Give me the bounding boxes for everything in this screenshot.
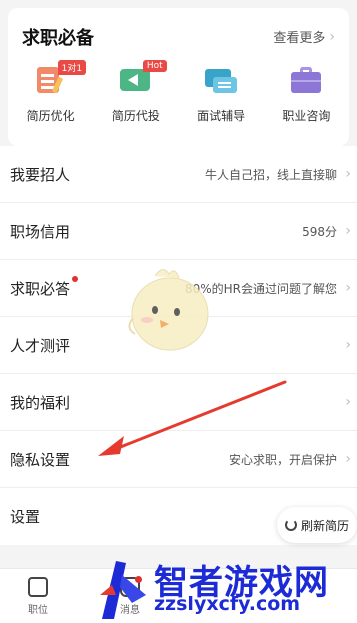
row-credit[interactable]: 职场信用 598分 ›	[0, 203, 357, 260]
resume-delivery-icon: Hot	[118, 60, 167, 95]
row-value: 牛人自己招，线上直接聊	[204, 167, 337, 182]
refresh-label: 刷新简历	[300, 518, 349, 533]
briefcase-icon	[28, 577, 48, 597]
see-more-link[interactable]: 查看更多 ›	[273, 27, 335, 47]
interview-coaching-icon	[203, 63, 239, 95]
chevron-right-icon: ›	[345, 337, 351, 353]
resume-optimize-icon: 1对1	[33, 60, 87, 95]
refresh-resume-button[interactable]: 刷新简历	[277, 507, 357, 543]
row-label: 人才测评	[10, 336, 71, 355]
tab-jobs[interactable]: 职位	[28, 577, 48, 616]
tool-label: 面试辅导	[197, 109, 246, 123]
row-value: 598分	[302, 224, 337, 239]
chevron-right-icon: ›	[345, 394, 351, 410]
bottom-tab-bar: 职位 消息	[0, 568, 357, 623]
tool-career-consult[interactable]: 职业咨询	[264, 63, 349, 138]
chevron-right-icon: ›	[345, 166, 351, 182]
tools-grid: 1对1 简历优化 Hot 简历代投 面试辅导 职业咨询	[8, 60, 349, 138]
tool-label: 职业咨询	[282, 109, 331, 123]
tab-messages[interactable]: 消息	[120, 576, 142, 616]
tool-label: 简历代投	[111, 109, 160, 123]
tab-label: 职位	[28, 605, 48, 616]
row-privacy-settings[interactable]: 隐私设置 安心求职，开启保护 ›	[0, 431, 357, 488]
card-title: 求职必备	[22, 28, 94, 49]
row-value: 安心求职，开启保护	[228, 452, 337, 467]
chevron-right-icon: ›	[329, 28, 335, 45]
row-label: 我的福利	[10, 393, 71, 412]
notification-dot	[72, 276, 78, 282]
refresh-icon	[284, 519, 297, 531]
row-label: 职场信用	[10, 222, 71, 241]
career-consult-icon	[288, 63, 324, 95]
message-icon	[120, 576, 142, 597]
tool-interview-coaching[interactable]: 面试辅导	[179, 63, 264, 138]
tool-resume-delivery[interactable]: Hot 简历代投	[93, 60, 178, 138]
row-label: 设置	[10, 508, 41, 526]
tool-label: 简历优化	[26, 109, 75, 123]
chevron-right-icon: ›	[345, 451, 351, 467]
row-label: 求职必答	[10, 279, 71, 298]
unread-dot	[135, 576, 142, 583]
row-label: 隐私设置	[10, 450, 71, 469]
row-my-benefits[interactable]: 我的福利 ›	[0, 374, 357, 431]
job-essentials-card: 求职必备 查看更多 › 1对1 简历优化 Hot 简历代投 面试辅导 职业咨询	[8, 8, 349, 146]
chevron-right-icon: ›	[345, 280, 351, 296]
tab-label: 消息	[120, 605, 140, 616]
row-recruit[interactable]: 我要招人 牛人自己招，线上直接聊 ›	[0, 146, 357, 203]
chevron-right-icon: ›	[345, 223, 351, 239]
row-label: 我要招人	[10, 165, 71, 184]
tag-badge: 1对1	[57, 60, 87, 75]
mascot-chick-icon	[128, 269, 209, 351]
tool-resume-optimize[interactable]: 1对1 简历优化	[8, 60, 93, 138]
hot-badge: Hot	[142, 60, 167, 72]
see-more-label: 查看更多	[273, 31, 326, 46]
